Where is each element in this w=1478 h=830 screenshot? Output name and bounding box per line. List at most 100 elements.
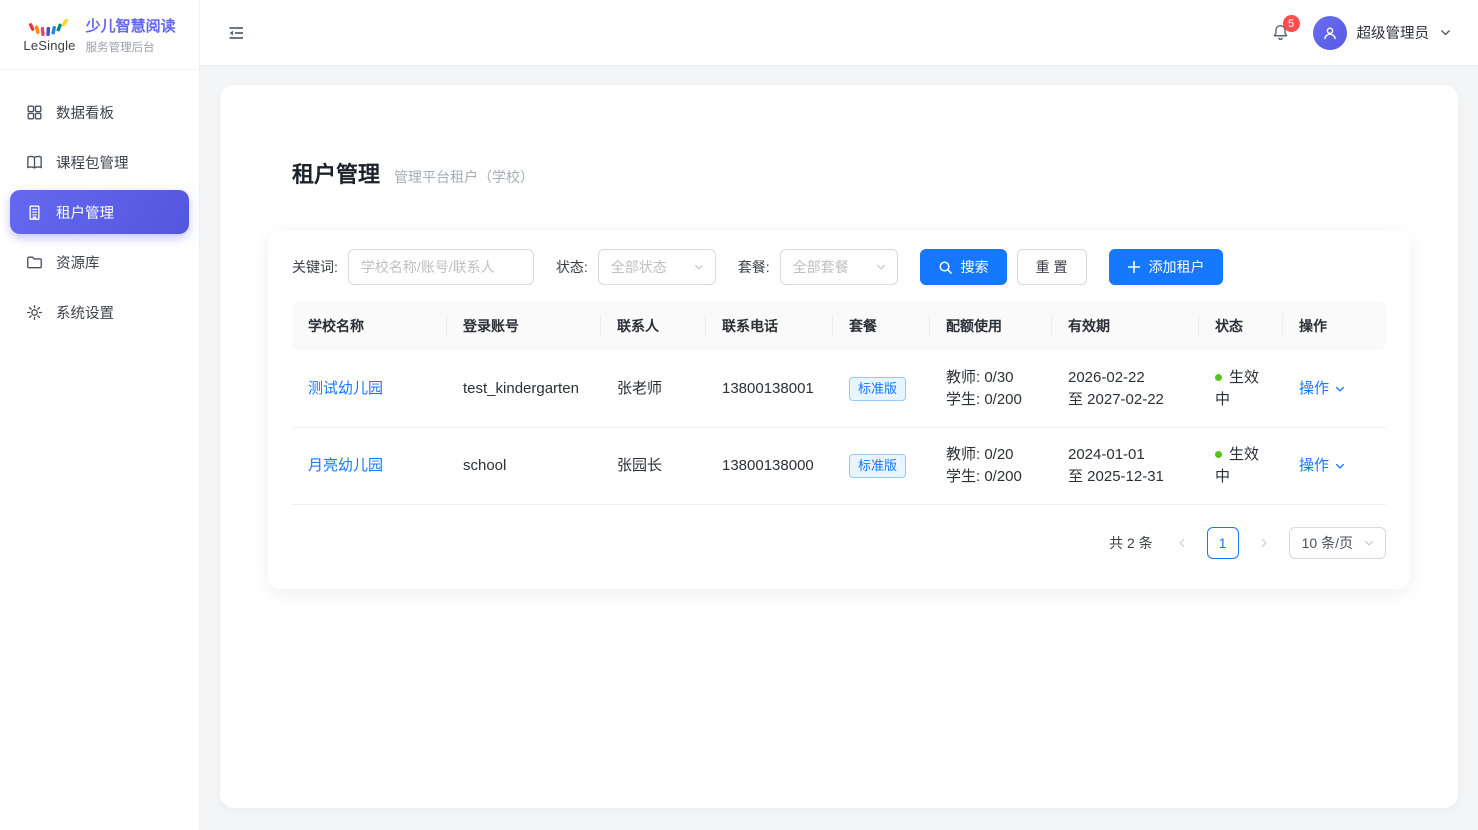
- brand-logo: LeSingle: [23, 17, 75, 52]
- sidebar-collapse-button[interactable]: [226, 23, 246, 43]
- status-label: 状态:: [556, 257, 588, 277]
- chevron-down-icon: [875, 261, 887, 273]
- col-phone: 联系电话: [706, 301, 833, 351]
- sidebar-item-label: 课程包管理: [56, 152, 129, 173]
- status-dot: [1215, 374, 1222, 381]
- sidebar-item-settings[interactable]: 系统设置: [10, 290, 189, 334]
- tenant-panel: 关键词: 状态: 全部状态 套餐: 全部套餐: [268, 231, 1410, 589]
- col-school: 学校名称: [292, 301, 447, 351]
- brand: LeSingle 少儿智慧阅读 服务管理后台: [0, 0, 199, 70]
- search-button[interactable]: 搜索: [920, 249, 1007, 285]
- action-label: 操作: [1299, 455, 1329, 477]
- sidebar-item-course-packages[interactable]: 课程包管理: [10, 140, 189, 184]
- status-dot: [1215, 451, 1222, 458]
- col-account: 登录账号: [447, 301, 601, 351]
- sidebar-item-tenants[interactable]: 租户管理: [10, 190, 189, 234]
- plan-badge: 标准版: [849, 377, 906, 401]
- logo-bars-icon: [27, 17, 71, 38]
- table-row: 月亮幼儿园 school 张园长 13800138000 标准版 教师: 0/2…: [292, 428, 1386, 505]
- app-root: LeSingle 少儿智慧阅读 服务管理后台 数据看板: [0, 0, 1478, 830]
- chevron-down-icon: [1363, 537, 1375, 549]
- sidebar-item-label: 系统设置: [56, 302, 114, 323]
- keyword-label: 关键词:: [292, 257, 338, 277]
- main-content: 租户管理 管理平台租户（学校） 关键词: 状态: 全部状态: [200, 66, 1478, 830]
- sidebar-item-dashboard[interactable]: 数据看板: [10, 90, 189, 134]
- sidebar-item-label: 租户管理: [56, 202, 114, 223]
- page-header: 租户管理 管理平台租户（学校）: [292, 157, 1386, 189]
- account-cell: school: [463, 457, 506, 474]
- search-icon: [938, 260, 953, 275]
- chevron-down-icon: [1334, 383, 1346, 395]
- menu-fold-icon: [226, 23, 246, 43]
- chevron-down-icon: [1439, 26, 1452, 39]
- keyword-input[interactable]: [348, 249, 534, 285]
- book-icon: [24, 152, 44, 172]
- row-action-dropdown[interactable]: 操作: [1299, 455, 1346, 477]
- table-header-row: 学校名称 登录账号 联系人 联系电话 套餐 配额使用 有效期 状态 操作: [292, 301, 1386, 351]
- user-menu[interactable]: 超级管理员: [1313, 16, 1453, 50]
- valid-from: 2024-01-01: [1068, 444, 1183, 466]
- col-status: 状态: [1199, 301, 1283, 351]
- page-size-select[interactable]: 10 条/页: [1289, 527, 1386, 559]
- building-icon: [24, 202, 44, 222]
- row-action-dropdown[interactable]: 操作: [1299, 378, 1346, 400]
- status-badge: 生效中: [1215, 369, 1259, 408]
- plan-label: 套餐:: [738, 257, 770, 277]
- header-actions: 5 超级管理员: [1270, 16, 1453, 50]
- phone-cell: 13800138001: [722, 380, 814, 397]
- tenant-table: 学校名称 登录账号 联系人 联系电话 套餐 配额使用 有效期 状态 操作: [292, 301, 1386, 505]
- sidebar-menu: 数据看板 课程包管理: [0, 70, 199, 334]
- brand-text: 少儿智慧阅读 服务管理后台: [86, 15, 176, 55]
- quota-teacher: 教师: 0/30: [946, 367, 1036, 389]
- quota-student: 学生: 0/200: [946, 466, 1036, 488]
- user-icon: [1320, 23, 1340, 43]
- contact-cell: 张老师: [617, 380, 662, 397]
- pagination: 共 2 条 1 10 条/页: [292, 527, 1386, 559]
- col-validity: 有效期: [1052, 301, 1199, 351]
- brand-subtitle: 服务管理后台: [86, 39, 176, 55]
- school-link[interactable]: 月亮幼儿园: [308, 457, 383, 474]
- search-button-label: 搜索: [961, 257, 989, 277]
- col-action: 操作: [1283, 301, 1386, 351]
- reset-button[interactable]: 重 置: [1017, 249, 1087, 285]
- status-select-value: 全部状态: [611, 257, 667, 277]
- chevron-down-icon: [693, 261, 705, 273]
- plan-select[interactable]: 全部套餐: [780, 249, 898, 285]
- quota-teacher: 教师: 0/20: [946, 444, 1036, 466]
- avatar: [1313, 16, 1347, 50]
- reset-button-label: 重 置: [1036, 257, 1068, 277]
- valid-from: 2026-02-22: [1068, 367, 1183, 389]
- sidebar-item-resources[interactable]: 资源库: [10, 240, 189, 284]
- plus-icon: [1127, 260, 1141, 274]
- prev-page-button[interactable]: [1167, 528, 1197, 558]
- col-plan: 套餐: [833, 301, 930, 351]
- sidebar: LeSingle 少儿智慧阅读 服务管理后台 数据看板: [0, 0, 200, 830]
- quota-student: 学生: 0/200: [946, 389, 1036, 411]
- page-number-button[interactable]: 1: [1207, 527, 1239, 559]
- next-page-button[interactable]: [1249, 528, 1279, 558]
- phone-cell: 13800138000: [722, 457, 814, 474]
- filter-bar: 关键词: 状态: 全部状态 套餐: 全部套餐: [292, 249, 1386, 285]
- add-tenant-button[interactable]: 添加租户: [1109, 249, 1223, 285]
- col-contact: 联系人: [601, 301, 706, 351]
- col-quota: 配额使用: [930, 301, 1052, 351]
- sidebar-item-label: 资源库: [56, 252, 100, 273]
- brand-title: 少儿智慧阅读: [86, 15, 176, 36]
- school-link[interactable]: 测试幼儿园: [308, 380, 383, 397]
- brand-logo-text: LeSingle: [23, 39, 75, 52]
- gear-icon: [24, 302, 44, 322]
- notification-bell[interactable]: 5: [1270, 22, 1291, 43]
- user-name: 超级管理员: [1357, 22, 1430, 43]
- status-select[interactable]: 全部状态: [598, 249, 716, 285]
- sidebar-item-label: 数据看板: [56, 102, 114, 123]
- main-column: 5 超级管理员: [200, 0, 1478, 830]
- status-badge: 生效中: [1215, 446, 1259, 485]
- chevron-left-icon: [1176, 537, 1188, 549]
- dashboard-icon: [24, 102, 44, 122]
- account-cell: test_kindergarten: [463, 380, 579, 397]
- valid-to: 至 2025-12-31: [1068, 466, 1183, 488]
- page-title: 租户管理: [292, 157, 380, 189]
- page-subtitle: 管理平台租户（学校）: [394, 167, 534, 187]
- folder-icon: [24, 252, 44, 272]
- plan-badge: 标准版: [849, 454, 906, 478]
